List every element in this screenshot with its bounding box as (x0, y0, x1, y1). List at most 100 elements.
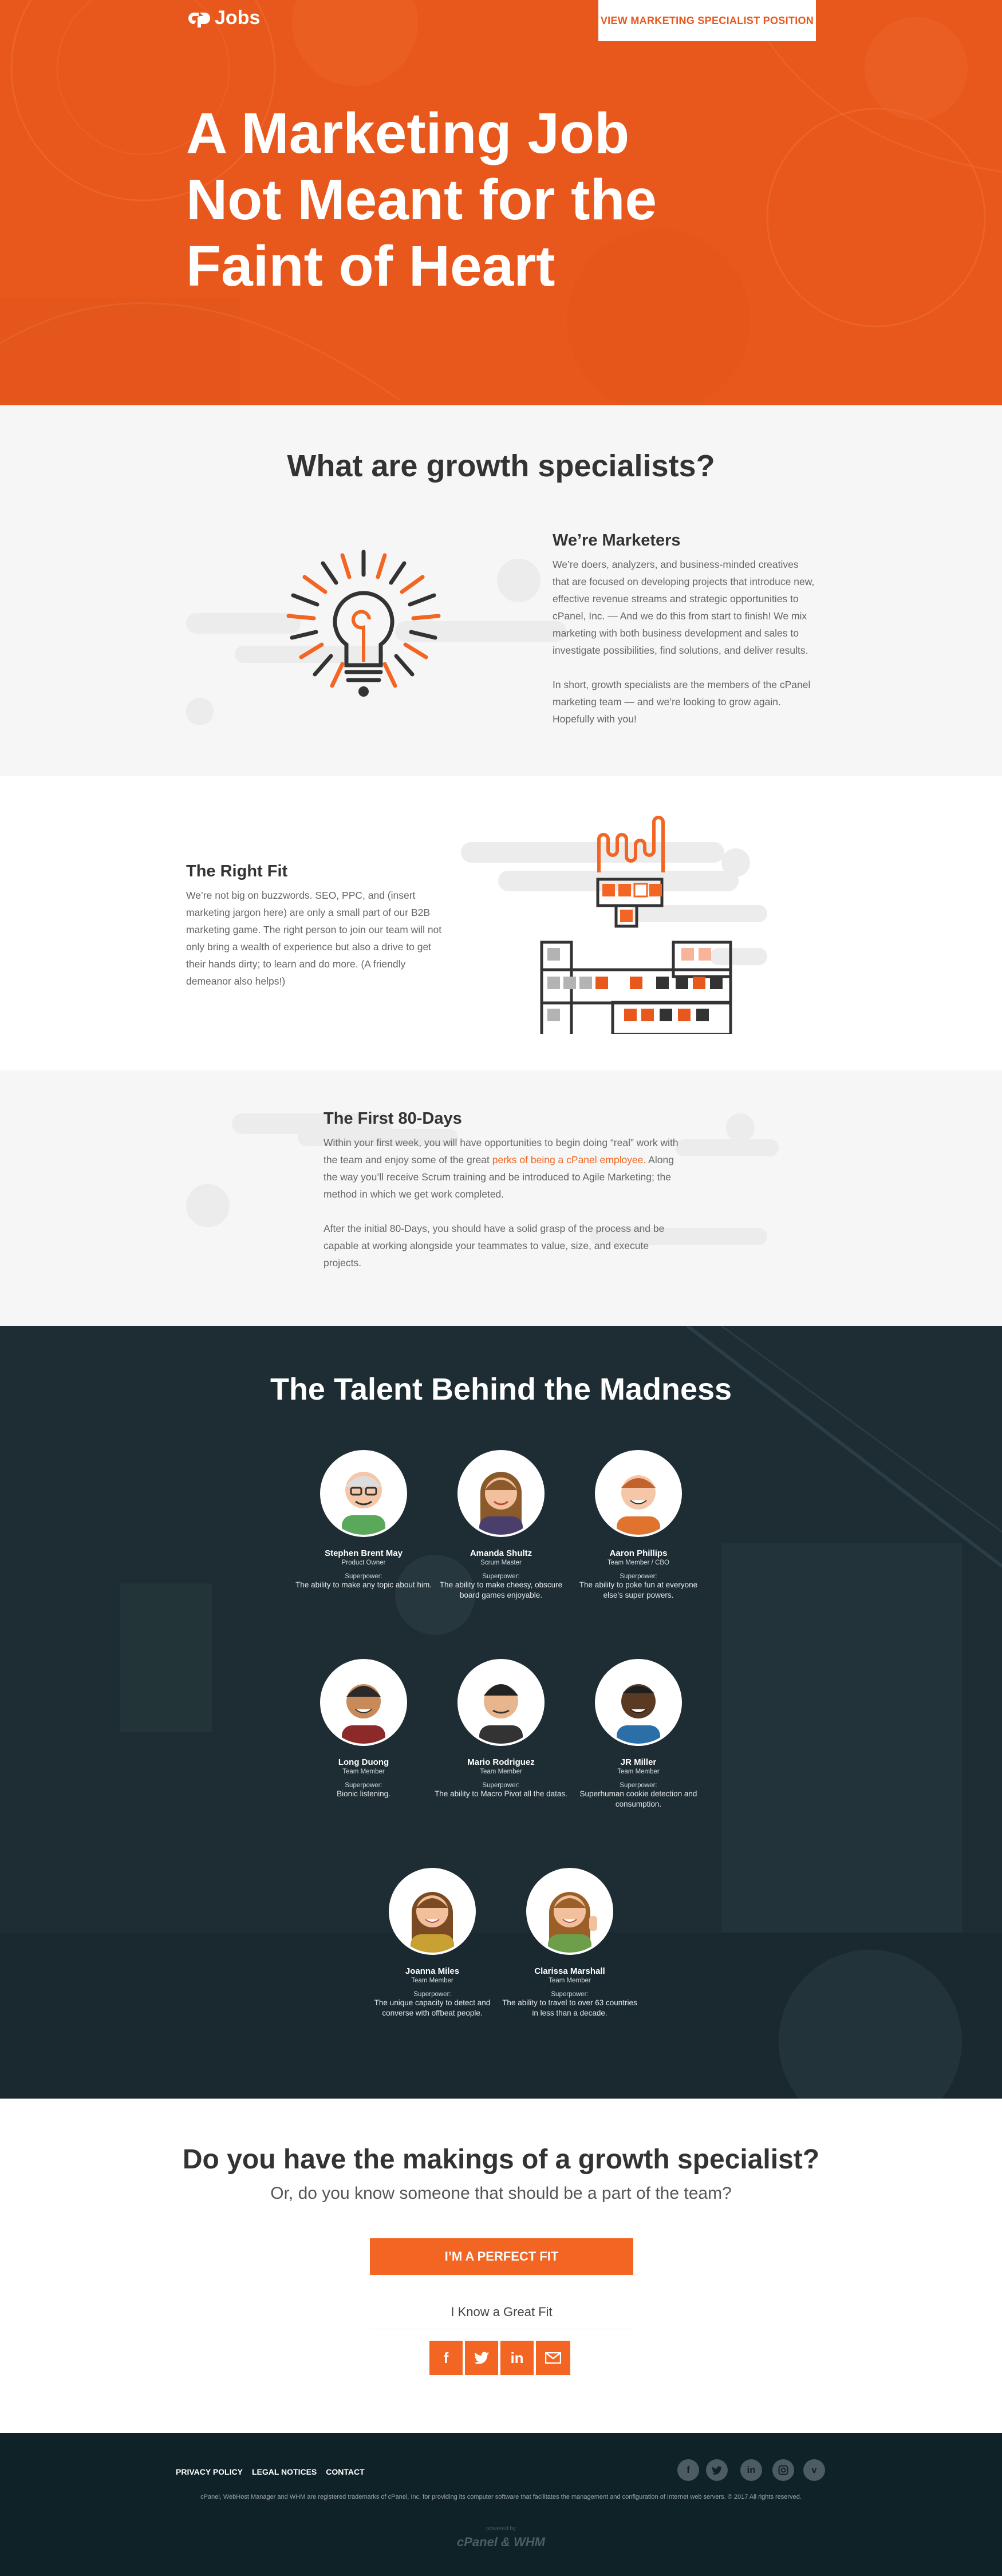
superpower-label: Superpower: (482, 1573, 520, 1580)
talent-heading: The Talent Behind the Madness (270, 1372, 732, 1406)
member-superpower: The ability to make cheesy, obscure boar… (439, 1581, 563, 1599)
logo-text: Jobs (215, 7, 261, 29)
avatar (595, 1450, 682, 1537)
member-superpower: Bionic listening. (337, 1789, 390, 1798)
perks-link[interactable]: perks of being a cPanel employee. (492, 1154, 646, 1165)
member-name: Stephen Brent May (325, 1548, 403, 1558)
member-role: Team Member (480, 1768, 522, 1775)
member-role: Team Member / CBO (607, 1559, 669, 1566)
jobs-logo[interactable]: Jobs (186, 7, 260, 29)
member-superpower: The ability to make any topic about him. (295, 1581, 432, 1589)
first-80-paragraph: Within your first week, you will have op… (324, 1134, 678, 1203)
team-member-card: Stephen Brent May Product Owner Superpow… (295, 1450, 432, 1590)
team-member-card: JR Miller Team Member Superpower: Superh… (570, 1659, 707, 1809)
member-name: JR Miller (620, 1757, 657, 1767)
member-superpower: Superhuman cookie detection and consumpt… (579, 1789, 697, 1808)
marketers-text-block: We’re Marketers We’re doers, analyzers, … (553, 531, 816, 728)
team-member-card: Long Duong Team Member Superpower: Bioni… (295, 1659, 432, 1799)
member-superpower: The ability to travel to over 63 countri… (502, 1998, 637, 2017)
right-fit-section: The Right Fit We’re not big on buzzwords… (0, 776, 1002, 1070)
decor-cloud (676, 1139, 779, 1156)
share-linkedin-button[interactable]: in (500, 2341, 535, 2375)
member-role: Product Owner (341, 1559, 386, 1566)
cta-subheading: Or, do you know someone that should be a… (270, 2184, 732, 2203)
member-portrait-icon (617, 1684, 660, 1744)
superpower-label: Superpower: (482, 1782, 520, 1789)
footer-linkedin-button[interactable]: in (740, 2459, 762, 2481)
member-name: Long Duong (338, 1757, 389, 1767)
member-portrait-icon (411, 1892, 454, 1953)
growth-section: What are growth specialists? We’re Marke… (0, 405, 1002, 776)
first-80-text-block: The First 80-Days Within your first week… (324, 1109, 678, 1271)
member-name: Mario Rodriguez (467, 1757, 535, 1767)
first-80-paragraph: After the initial 80-Days, you should ha… (324, 1223, 665, 1269)
member-name: Joanna Miles (405, 1966, 460, 1976)
right-fit-paragraph: We’re not big on buzzwords. SEO, PPC, an… (186, 890, 442, 987)
footer-vimeo-button[interactable]: v (803, 2459, 825, 2481)
member-role: Scrum Master (480, 1559, 522, 1566)
linkedin-icon: in (747, 2464, 756, 2475)
footer-instagram-button[interactable] (772, 2459, 794, 2481)
contact-link[interactable]: CONTACT (326, 2467, 364, 2476)
superpower-label: Superpower: (345, 1782, 382, 1789)
member-name: Clarissa Marshall (534, 1966, 605, 1976)
footer-facebook-button[interactable]: f (677, 2459, 699, 2481)
twitter-icon (712, 2466, 722, 2475)
privacy-policy-link[interactable]: PRIVACY POLICY (176, 2467, 243, 2476)
legal-text: cPanel, WebHost Manager and WHM are regi… (200, 2494, 802, 2500)
share-facebook-button[interactable]: f (429, 2341, 464, 2375)
member-portrait-icon (548, 1892, 597, 1953)
decor-circle (497, 559, 541, 602)
cpanel-logo-icon (188, 12, 210, 27)
first-80-days-section: The First 80-Days Within your first week… (0, 1070, 1002, 1326)
legal-notices-link[interactable]: LEGAL NOTICES (252, 2467, 317, 2476)
marketers-paragraph: We’re doers, analyzers, and business-min… (553, 559, 815, 656)
growth-heading: What are growth specialists? (287, 449, 715, 483)
linkedin-icon: in (510, 2349, 524, 2366)
member-portrait-icon (479, 1684, 523, 1744)
footer-links: PRIVACY POLICY LEGAL NOTICES CONTACT (176, 2467, 365, 2476)
hero-title: A Marketing Job Not Meant for the Faint … (186, 100, 816, 299)
footer-twitter-button[interactable] (706, 2459, 728, 2481)
member-role: Team Member (411, 1977, 453, 1984)
perfect-fit-button[interactable]: I’M A PERFECT FIT (370, 2238, 633, 2275)
hero-title-line: Not Meant for the (186, 168, 657, 232)
know-a-great-fit-label: I Know a Great Fit (451, 2305, 553, 2319)
team-member-card: Mario Rodriguez Team Member Superpower: … (432, 1659, 570, 1799)
member-name: Aaron Phillips (609, 1548, 668, 1558)
avatar (389, 1868, 476, 1955)
hero-title-line: A Marketing Job (186, 101, 630, 165)
marketers-heading: We’re Marketers (553, 531, 681, 550)
member-superpower: The ability to poke fun at everyone else… (579, 1581, 698, 1599)
first-80-heading: The First 80-Days (324, 1109, 462, 1128)
right-fit-text-block: The Right Fit We’re not big on buzzwords… (186, 862, 449, 990)
cta-heading: Do you have the makings of a growth spec… (182, 2144, 820, 2175)
decor-circle (186, 698, 214, 725)
twitter-icon (474, 2352, 489, 2364)
footer: PRIVACY POLICY LEGAL NOTICES CONTACT f i… (0, 2433, 1002, 2576)
share-email-button[interactable] (536, 2341, 570, 2375)
team-member-card: Amanda Shultz Scrum Master Superpower: T… (432, 1450, 570, 1601)
facebook-icon: f (443, 2349, 449, 2366)
superpower-label: Superpower: (413, 1991, 451, 1998)
email-icon (545, 2352, 561, 2364)
member-superpower: The unique capacity to detect and conver… (374, 1998, 491, 2017)
member-role: Team Member (342, 1768, 385, 1775)
view-position-button[interactable]: VIEW MARKETING SPECIALIST POSITION (598, 0, 816, 41)
talent-section: The Talent Behind the Madness Stephen Br… (0, 1326, 1002, 2099)
powered-by-label: powered by (486, 2526, 516, 2532)
member-role: Team Member (617, 1768, 660, 1775)
member-portrait-icon (479, 1472, 523, 1535)
superpower-label: Superpower: (345, 1573, 382, 1580)
avatar (457, 1659, 545, 1746)
hero-section: Jobs VIEW MARKETING SPECIALIST POSITION … (0, 0, 1002, 405)
decor-circle (726, 1113, 755, 1142)
superpower-label: Superpower: (620, 1782, 657, 1789)
avatar (320, 1659, 407, 1746)
marketers-paragraph: In short, growth specialists are the mem… (553, 679, 811, 725)
cpanel-whm-logo: cPanel & WHM (456, 2535, 546, 2549)
avatar (595, 1659, 682, 1746)
avatar (457, 1450, 545, 1537)
share-twitter-button[interactable] (465, 2341, 499, 2375)
member-name: Amanda Shultz (470, 1548, 532, 1558)
